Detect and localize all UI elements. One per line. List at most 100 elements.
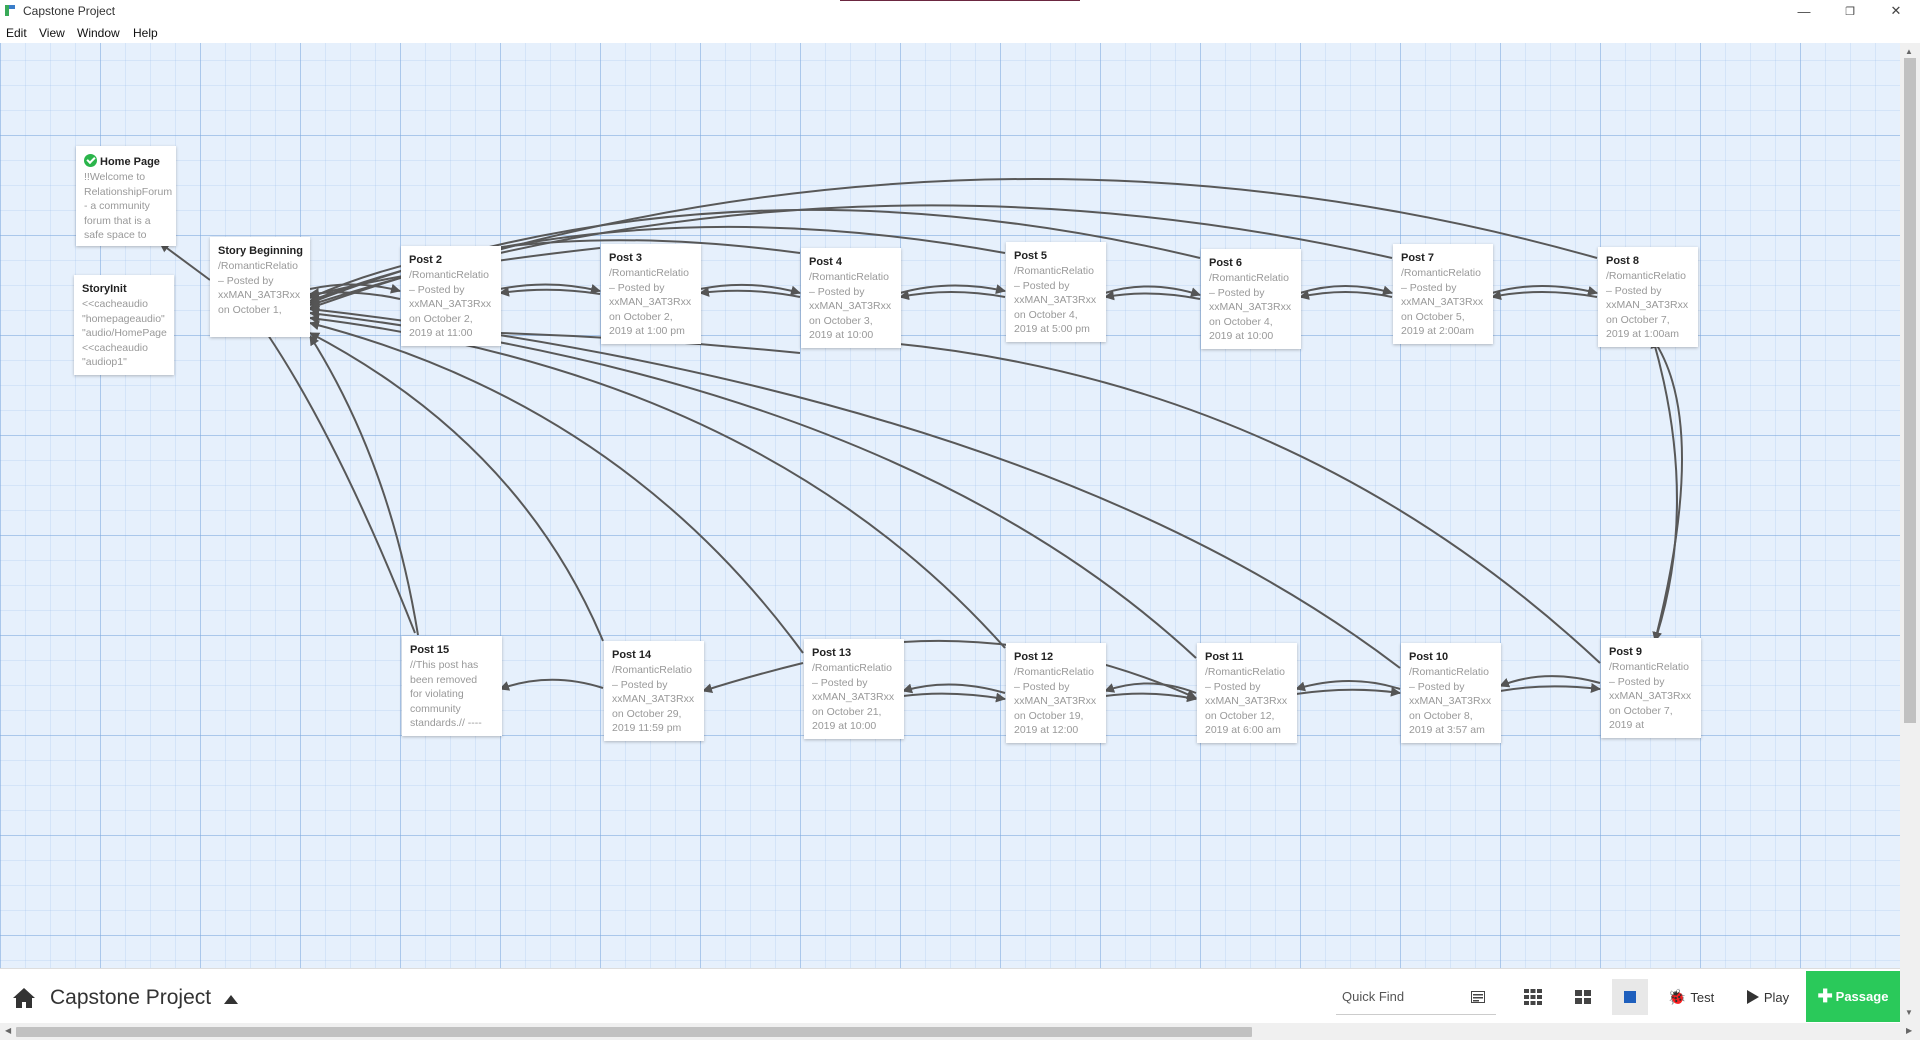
link-post13-post12 [902, 692, 1006, 703]
link-post11-post10 [1295, 686, 1401, 697]
link-post3-post2 [499, 286, 601, 297]
menu-view[interactable]: View [39, 26, 65, 40]
plus-icon: ✚ [1817, 986, 1833, 1006]
menu-window[interactable]: Window [77, 26, 120, 40]
link-post5-post4 [899, 290, 1006, 301]
passage-excerpt: /RomanticRelatio – Posted by xxMAN_3AT3R… [609, 267, 692, 337]
menu-help[interactable]: Help [133, 26, 158, 40]
passage-storyinit[interactable]: StoryInit <<cacheaudio "homepageaudio" "… [74, 275, 174, 375]
passage-title: Home Page [84, 154, 174, 169]
zoom-medium-button[interactable] [1565, 979, 1601, 1015]
link-post7-post6 [1299, 290, 1393, 300]
passage-excerpt: //This post has been removed for violati… [410, 659, 482, 729]
passage-title: Post 6 [1209, 257, 1243, 269]
restore-button[interactable]: ❐ [1830, 0, 1870, 22]
zoom-large-button[interactable] [1612, 979, 1648, 1015]
passage-title: Post 3 [609, 252, 643, 264]
passage-post-15[interactable]: Post 15 //This post has been removed for… [402, 636, 502, 736]
medium-grid-icon [1575, 990, 1591, 1004]
test-button[interactable]: 🐞 Test [1663, 979, 1719, 1015]
passage-excerpt: !!Welcome to RelationshipForum - a commu… [84, 171, 173, 241]
passage-title: Post 11 [1205, 651, 1244, 663]
passage-post-2[interactable]: Post 2 /RomanticRelatio – Posted by xxMA… [401, 246, 501, 346]
highlight-toggle-button[interactable] [1462, 979, 1494, 1015]
passage-title: Post 13 [812, 647, 852, 659]
passage-excerpt: /RomanticRelatio – Posted by xxMAN_3AT3R… [612, 664, 695, 734]
horizontal-scroll-thumb[interactable] [16, 1027, 1252, 1037]
passage-post-6[interactable]: Post 6 /RomanticRelatio – Posted by xxMA… [1201, 249, 1301, 349]
home-icon[interactable] [12, 987, 36, 1009]
scroll-right-arrow-icon[interactable]: ▶ [1906, 1026, 1912, 1035]
story-map-canvas[interactable]: Home Page !!Welcome to RelationshipForum… [0, 43, 1900, 968]
play-button[interactable]: Play [1740, 979, 1796, 1015]
passage-excerpt: /RomanticRelatio – Posted by xxMAN_3AT3R… [1401, 267, 1484, 337]
passage-story-beginning[interactable]: Story Beginning /RomanticRelatio – Poste… [210, 237, 310, 337]
link-post14-post15 [499, 678, 604, 691]
passage-links [159, 177, 1683, 703]
story-title[interactable]: Capstone Project [50, 986, 211, 1010]
horizontal-scrollbar[interactable]: ◀ ▶ [0, 1023, 1920, 1040]
passage-post-10[interactable]: Post 10 /RomanticRelatio – Posted by xxM… [1401, 643, 1501, 743]
passage-list-icon [1471, 991, 1485, 1003]
title-bar: Capstone Project — ❐ ✕ [0, 0, 1920, 22]
passage-post-12[interactable]: Post 12 /RomanticRelatio – Posted by xxM… [1006, 643, 1106, 743]
link-post14-story [309, 332, 604, 642]
zoom-small-button[interactable] [1515, 979, 1551, 1015]
passage-excerpt: /RomanticRelatio – Posted by xxMAN_3AT3R… [809, 271, 892, 341]
passage-post-13[interactable]: Post 13 /RomanticRelatio – Posted by xxM… [804, 639, 904, 739]
menu-edit[interactable]: Edit [6, 26, 27, 40]
vertical-scrollbar[interactable]: ▲ ▼ [1900, 43, 1920, 1023]
story-menu-caret-icon[interactable] [224, 995, 238, 1004]
passage-title: Post 12 [1014, 651, 1054, 663]
link-post6-post5 [1104, 290, 1201, 301]
passage-title: Story Beginning [218, 245, 303, 257]
passage-post-4[interactable]: Post 4 /RomanticRelatio – Posted by xxMA… [801, 248, 901, 348]
link-post10-post11 [1295, 680, 1401, 692]
link-post12-post13 [902, 683, 1006, 694]
passage-excerpt: /RomanticRelatio – Posted by xxMAN_3AT3R… [1209, 272, 1292, 342]
passage-label: Passage [1835, 989, 1889, 1004]
passage-excerpt: /RomanticRelatio – Posted by xxMAN_3AT3R… [1609, 661, 1692, 731]
passage-post-9[interactable]: Post 9 /RomanticRelatio – Posted by xxMA… [1601, 638, 1701, 738]
passage-title: Post 10 [1409, 651, 1449, 663]
link-post13-story [309, 320, 804, 654]
close-button[interactable]: ✕ [1876, 0, 1916, 22]
vertical-scroll-thumb[interactable] [1904, 58, 1916, 723]
link-post4-post3 [699, 286, 801, 298]
link-story-post15 [267, 334, 416, 634]
passage-excerpt: /RomanticRelatio – Posted by xxMAN_3AT3R… [1606, 270, 1689, 340]
passage-home-page[interactable]: Home Page !!Welcome to RelationshipForum… [76, 146, 176, 246]
passage-title: Post 15 [410, 644, 450, 656]
play-label: Play [1763, 989, 1790, 1005]
passage-post-14[interactable]: Post 14 /RomanticRelatio – Posted by xxM… [604, 641, 704, 741]
new-passage-button[interactable]: ✚ Passage [1806, 971, 1900, 1022]
passage-post-5[interactable]: Post 5 /RomanticRelatio – Posted by xxMA… [1006, 242, 1106, 342]
link-post10-post9 [1499, 683, 1601, 693]
passage-title: Post 7 [1401, 252, 1435, 264]
window-title: Capstone Project [23, 4, 116, 18]
scroll-left-arrow-icon[interactable]: ◀ [5, 1026, 11, 1035]
link-post12-post11 [1104, 692, 1197, 703]
passage-excerpt: /RomanticRelatio – Posted by xxMAN_3AT3R… [1409, 666, 1492, 736]
passage-excerpt: /RomanticRelatio – Posted by xxMAN_3AT3R… [218, 260, 301, 316]
title-accent-line [840, 0, 1080, 1]
passage-post-7[interactable]: Post 7 /RomanticRelatio – Posted by xxMA… [1393, 244, 1493, 344]
passage-title: Post 14 [612, 649, 652, 661]
passage-excerpt: /RomanticRelatio – Posted by xxMAN_3AT3R… [1205, 666, 1288, 736]
twine-app-icon [5, 5, 15, 16]
link-post13-post14 [702, 662, 804, 694]
passage-excerpt: /RomanticRelatio – Posted by xxMAN_3AT3R… [1014, 265, 1097, 335]
link-post9-post10 [1499, 675, 1601, 688]
passage-post-3[interactable]: Post 3 /RomanticRelatio – Posted by xxMA… [601, 244, 701, 344]
play-icon [1746, 990, 1759, 1004]
passage-post-11[interactable]: Post 11 /RomanticRelatio – Posted by xxM… [1197, 643, 1297, 743]
minimize-button[interactable]: — [1784, 0, 1824, 22]
passage-post-8[interactable]: Post 8 /RomanticRelatio – Posted by xxMA… [1598, 247, 1698, 347]
scroll-down-arrow-icon[interactable]: ▼ [1905, 1008, 1913, 1017]
passage-title: Post 4 [809, 256, 843, 268]
scroll-up-arrow-icon[interactable]: ▲ [1905, 47, 1913, 56]
start-passage-icon [84, 154, 97, 167]
passage-excerpt: /RomanticRelatio – Posted by xxMAN_3AT3R… [1014, 666, 1097, 736]
link-post12-story [309, 314, 1006, 649]
passage-excerpt: <<cacheaudio "homepageaudio" "audio/Home… [82, 298, 167, 368]
